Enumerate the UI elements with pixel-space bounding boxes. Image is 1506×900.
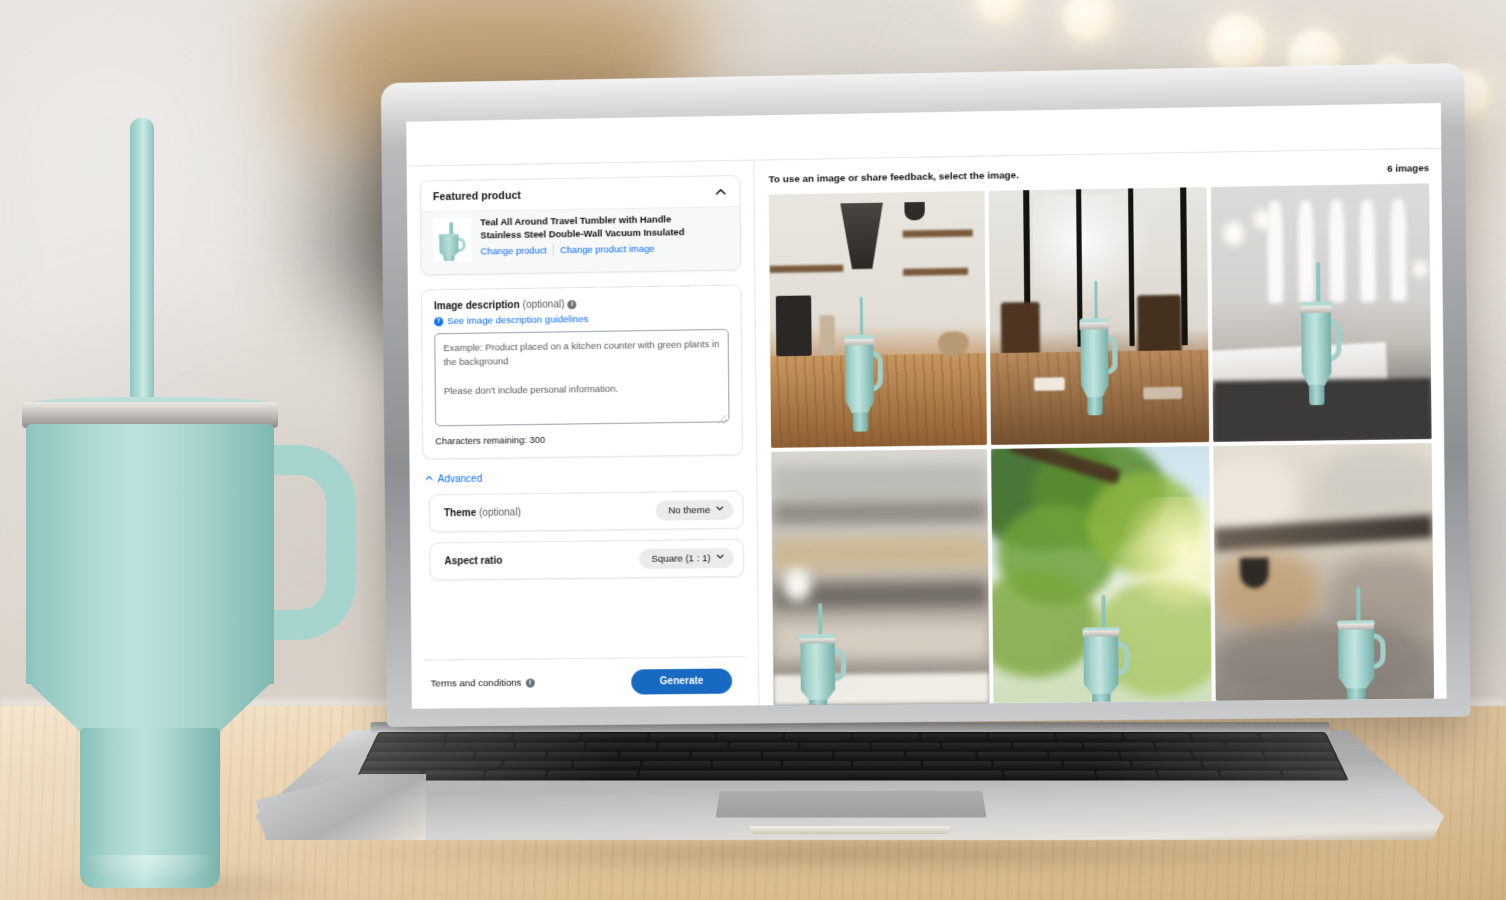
product-links: Change product Change product image [480,242,727,257]
generated-image-grid [768,183,1435,706]
chevron-up-icon[interactable] [714,185,727,198]
app-window: Featured product Teal All Around Travel … [406,102,1447,709]
product-tumbler-render [1292,261,1346,405]
keyboard-row [371,742,1333,751]
generated-image-tile-6[interactable] [1212,443,1435,701]
image-description-card: Image description (optional) i ? See ima… [420,284,743,460]
generated-image-tile-4[interactable] [771,449,990,706]
info-icon[interactable]: i [567,300,577,310]
theme-optional: (optional) [478,506,521,519]
laptop-screen: Featured product Teal All Around Travel … [406,102,1447,709]
product-title-line-2: Stainless Steel Double-Wall Vacuum Insul… [480,227,685,241]
product-tumbler-render [837,296,888,432]
scene-art [1212,443,1435,701]
aspect-ratio-selected-value: Square (1 : 1) [651,552,711,565]
info-icon[interactable]: i [525,678,535,688]
left-form-panel: Featured product Teal All Around Travel … [406,160,760,709]
characters-remaining-text: Characters remaining: 300 [435,434,546,447]
change-product-link[interactable]: Change product [480,245,546,256]
terms-label: Terms and conditions [430,677,522,690]
laptop-lid: Featured product Teal All Around Travel … [380,62,1471,728]
generated-image-tile-5[interactable] [991,446,1212,704]
laptop-drop-shadow [289,840,1421,871]
photo-scene: Featured product Teal All Around Travel … [0,0,1506,900]
image-description-label-text: Image description [433,299,520,313]
generate-button[interactable]: Generate [631,668,733,695]
results-panel: To use an image or share feedback, selec… [754,148,1447,706]
results-hint: To use an image or share feedback, selec… [768,170,1019,186]
question-circle-icon: ? [434,317,444,327]
generated-image-tile-1[interactable] [768,190,988,448]
product-tumbler-render [790,603,851,706]
tumbler-base-highlight [80,855,220,885]
image-count-label: 6 images [1387,163,1430,175]
featured-product-title: Featured product [432,189,522,203]
image-description-guidelines-link[interactable]: See image description guidelines [447,314,588,327]
keyboard-row [367,751,1337,760]
bokeh-light [1209,14,1267,72]
image-description-body: Image description (optional) i ? See ima… [422,285,742,458]
front-lip [749,825,951,835]
laptop-base [249,714,1450,871]
left-panel-footer: Terms and conditions i Generate [424,656,746,709]
theme-selected-value: No theme [668,504,711,517]
image-description-optional: (optional) [522,299,565,311]
aspect-ratio-dropdown[interactable]: Square (1 : 1) [639,547,734,570]
aspect-ratio-option-row: Aspect ratio Square (1 : 1) [429,538,745,581]
guidelines-row[interactable]: ? See image description guidelines [434,312,728,328]
featured-product-card: Featured product Teal All Around Travel … [419,174,742,276]
keyboard-row [376,733,1329,742]
left-panel-scroll: Featured product Teal All Around Travel … [407,161,758,660]
aspect-ratio-label-text: Aspect ratio [444,555,503,567]
keyboard[interactable] [355,732,1349,781]
keyboard-row [362,761,1342,770]
keyboard-row [358,770,1346,779]
generated-image-tile-3[interactable] [1210,183,1432,442]
generated-image-tile-2[interactable] [988,187,1209,445]
product-thumbnail[interactable] [433,217,472,263]
change-product-image-link[interactable]: Change product image [560,244,655,256]
product-tumbler-render [1073,595,1135,704]
advanced-toggle-label: Advanced [437,473,483,485]
chevron-up-icon [425,473,434,485]
featured-product-row: Teal All Around Travel Tumbler with Hand… [421,206,741,275]
foreground-product-tumbler [0,110,370,900]
chevron-down-icon [716,552,725,564]
theme-dropdown[interactable]: No theme [656,499,734,521]
theme-option-row: Theme (optional) No theme [428,490,744,533]
image-description-input[interactable] [434,328,730,427]
theme-label-text: Theme [443,507,477,519]
terms-and-conditions[interactable]: Terms and conditions i [431,678,535,690]
theme-label: Theme (optional) [444,507,521,519]
product-meta: Teal All Around Travel Tumbler with Hand… [480,210,728,261]
tumbler-taper [26,680,274,732]
chevron-down-icon [715,504,724,516]
product-tumbler-render [1072,280,1121,416]
aspect-ratio-label: Aspect ratio [444,555,502,567]
tumbler-body [26,424,274,684]
link-separator [552,244,554,256]
description-textarea-wrap [434,328,730,431]
product-tumbler-render [1328,587,1390,701]
tumbler-straw [130,118,154,408]
advanced-toggle[interactable]: Advanced [425,469,744,485]
bokeh-light [976,0,1024,24]
trackpad[interactable] [715,789,987,818]
laptop: Featured product Teal All Around Travel … [249,62,1471,871]
app-body: Featured product Teal All Around Travel … [406,148,1447,709]
image-description-label: Image description (optional) i [433,297,728,313]
